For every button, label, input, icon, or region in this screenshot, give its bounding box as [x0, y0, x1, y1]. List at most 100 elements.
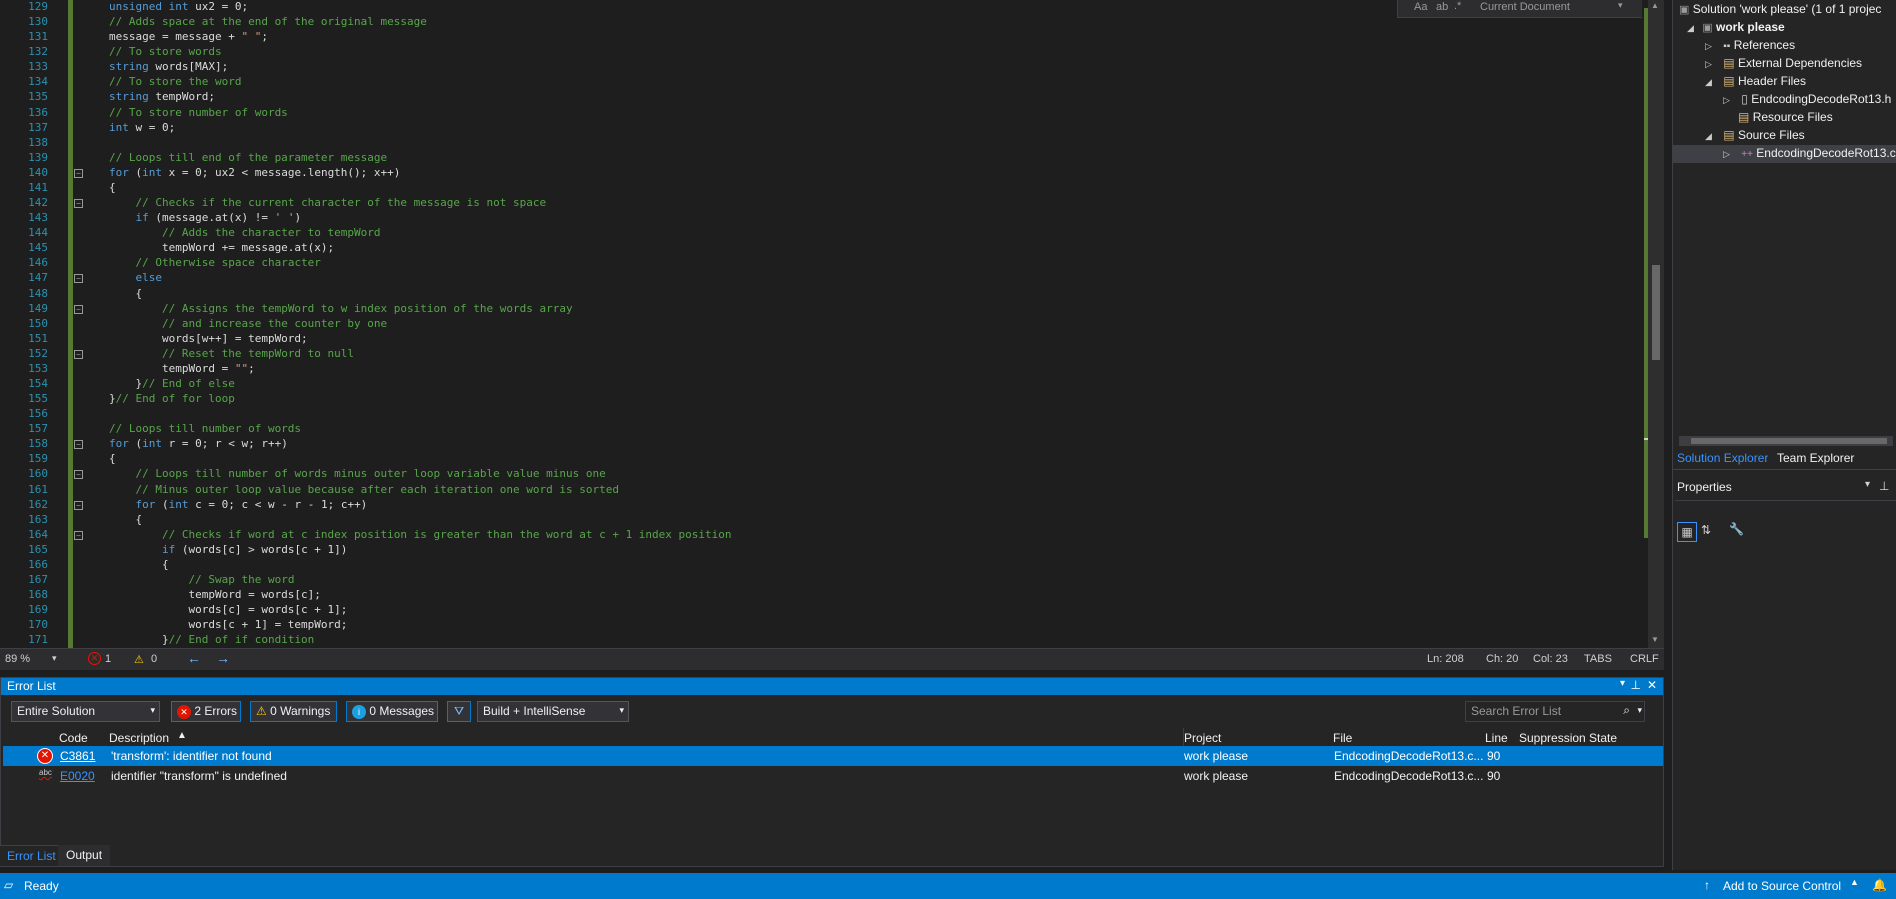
code-line[interactable]: // Loops till number of words	[109, 422, 301, 435]
zoom-dropdown-icon[interactable]: ▾	[52, 653, 57, 664]
code-line[interactable]: // To store number of words	[109, 106, 288, 119]
tree-item-external-dependencies[interactable]: ▷ ▤ External Dependencies	[1705, 56, 1862, 70]
code-line[interactable]: }// End of for loop	[109, 392, 235, 405]
fold-toggle-icon[interactable]: −	[74, 199, 83, 208]
code-line[interactable]: }// End of if condition	[109, 633, 314, 646]
code-line[interactable]: {	[109, 558, 169, 571]
fold-toggle-icon[interactable]: −	[74, 350, 83, 359]
scrollbar-thumb[interactable]	[1691, 438, 1887, 444]
tree-item-header-files[interactable]: ◢ ▤ Header Files	[1705, 74, 1806, 88]
collapse-arrow-icon[interactable]: ▷	[1705, 59, 1712, 69]
code-line[interactable]: // Reset the tempWord to null	[109, 347, 354, 360]
indent-mode[interactable]: TABS	[1584, 653, 1612, 665]
code-line[interactable]: // Loops till end of the parameter messa…	[109, 151, 387, 164]
code-line[interactable]: // Assigns the tempWord to w index posit…	[109, 302, 573, 315]
table-row[interactable]: ✕ C3861 'transform': identifier not foun…	[3, 746, 1663, 766]
tree-item-resource-files[interactable]: ▤ Resource Files	[1723, 110, 1833, 124]
column-suppression-state[interactable]: Suppression State	[1519, 728, 1617, 748]
code-line[interactable]: // Otherwise space character	[109, 256, 321, 269]
code-line[interactable]: else	[109, 271, 163, 284]
code-line[interactable]: tempWord = words[c];	[109, 588, 320, 601]
code-line[interactable]: words[c + 1] = tempWord;	[109, 618, 347, 631]
code-line[interactable]: words[c] = words[c + 1];	[109, 603, 347, 616]
code-line[interactable]: string words[MAX];	[109, 60, 228, 73]
pin-icon[interactable]: ⊥	[1631, 678, 1641, 692]
chevron-down-icon[interactable]: ▾	[1618, 0, 1623, 11]
tree-item-header-file[interactable]: ▷ ▯ EndcodingDecodeRot13.h	[1723, 92, 1891, 106]
code-line[interactable]: // Checks if word at c index position is…	[109, 528, 732, 541]
search-icon[interactable]: ⌕	[1623, 703, 1630, 718]
code-line[interactable]: // and increase the counter by one	[109, 317, 387, 330]
close-icon[interactable]: ✕	[1647, 678, 1657, 692]
error-code-link[interactable]: E0020	[60, 769, 95, 783]
build-filter-select[interactable]: Build + IntelliSense ▾	[477, 701, 629, 722]
column-project[interactable]: Project	[1183, 728, 1221, 748]
code-line[interactable]: if (message.at(x) != ' ')	[109, 211, 302, 224]
fold-toggle-icon[interactable]: −	[74, 305, 83, 314]
code-line[interactable]: string tempWord;	[109, 90, 215, 103]
panel-menu-icon[interactable]: ▾	[1620, 678, 1625, 689]
table-row[interactable]: abc E0020 identifier "transform" is unde…	[3, 766, 1663, 786]
zoom-level[interactable]: 89 %	[5, 653, 30, 665]
code-line[interactable]: // Swap the word	[109, 573, 294, 586]
code-editor[interactable]: 129 130 131 132 133 134 135 136 137 138 139 140 141 1…	[0, 0, 1664, 648]
column-code[interactable]: Code	[59, 728, 88, 748]
match-case-icon[interactable]: Aa	[1414, 1, 1427, 13]
code-line[interactable]: // Adds the character to tempWord	[109, 226, 381, 239]
fold-toggle-icon[interactable]: −	[74, 501, 83, 510]
code-line[interactable]: {	[109, 452, 116, 465]
tab-team-explorer[interactable]: Team Explorer	[1777, 451, 1854, 465]
code-line[interactable]: words[w++] = tempWord;	[109, 332, 308, 345]
scope-select[interactable]: Entire Solution ▾	[11, 701, 160, 722]
tree-item-source-files[interactable]: ◢ ▤ Source Files	[1705, 128, 1805, 142]
error-code-link[interactable]: C3861	[60, 749, 95, 763]
categorized-icon[interactable]: ▦	[1677, 522, 1697, 542]
horizontal-scrollbar[interactable]	[1679, 436, 1893, 446]
code-line[interactable]: for (int r = 0; r < w; r++)	[109, 437, 288, 450]
code-line[interactable]: tempWord += message.at(x);	[109, 241, 334, 254]
collapse-arrow-icon[interactable]: ▷	[1705, 41, 1712, 51]
column-line[interactable]: Line	[1485, 728, 1508, 748]
chevron-down-icon[interactable]: ▾	[1637, 705, 1642, 716]
messages-filter-button[interactable]: i 0 Messages	[346, 701, 438, 722]
code-line[interactable]: }// End of else	[109, 377, 234, 390]
alphabetical-icon[interactable]: ⇅	[1701, 523, 1711, 537]
tree-project[interactable]: ◢ ▣ work please	[1687, 20, 1785, 34]
tree-item-source-file[interactable]: ▷ ++ EndcodingDecodeRot13.c	[1673, 145, 1896, 163]
navigate-forward-icon[interactable]: →	[216, 650, 230, 666]
tab-solution-explorer[interactable]: Solution Explorer	[1677, 451, 1768, 465]
fold-toggle-icon[interactable]: −	[74, 440, 83, 449]
search-error-list-input[interactable]: Search Error List ⌕ ▾	[1465, 701, 1645, 722]
filter-icon[interactable]: ⛛	[447, 701, 471, 722]
fold-toggle-icon[interactable]: −	[74, 470, 83, 479]
fold-toggle-icon[interactable]: −	[74, 169, 83, 178]
code-line[interactable]: {	[109, 513, 142, 526]
fold-toggle-icon[interactable]: −	[74, 274, 83, 283]
panel-menu-icon[interactable]: ▾	[1865, 479, 1870, 490]
warning-count-icon[interactable]: ⚠	[134, 653, 144, 666]
tree-solution[interactable]: ▣ Solution 'work please' (1 of 1 projec	[1679, 2, 1881, 16]
column-file[interactable]: File	[1333, 728, 1352, 748]
code-line[interactable]: for (int x = 0; ux2 < message.length(); …	[109, 166, 400, 179]
code-line[interactable]: {	[109, 287, 142, 300]
tree-item-references[interactable]: ▷ ▪▪ References	[1705, 38, 1795, 52]
code-line[interactable]: message = message + " ";	[109, 30, 268, 43]
code-line[interactable]: {	[109, 181, 116, 194]
find-scope[interactable]: Current Document	[1480, 1, 1570, 13]
line-ending[interactable]: CRLF	[1630, 653, 1659, 665]
expand-arrow-icon[interactable]: ◢	[1687, 23, 1694, 33]
pin-icon[interactable]: ⊥	[1879, 479, 1889, 493]
match-word-icon[interactable]: ab	[1436, 1, 1448, 13]
scroll-down-icon[interactable]: ▼	[1651, 635, 1659, 644]
collapse-arrow-icon[interactable]: ▷	[1723, 149, 1730, 159]
column-description[interactable]: Description	[109, 728, 169, 748]
code-line[interactable]: // To store the word	[109, 75, 241, 88]
code-line[interactable]: // Adds space at the end of the original…	[109, 15, 427, 28]
fold-toggle-icon[interactable]: −	[74, 531, 83, 540]
code-line[interactable]: // Minus outer loop value because after …	[109, 483, 619, 496]
property-pages-icon[interactable]: 🔧	[1729, 522, 1744, 536]
errors-filter-button[interactable]: ✕ 2 Errors	[171, 701, 241, 722]
collapse-arrow-icon[interactable]: ▷	[1723, 95, 1730, 105]
warning-count[interactable]: 0	[151, 653, 157, 665]
code-line[interactable]: // To store words	[109, 45, 222, 58]
